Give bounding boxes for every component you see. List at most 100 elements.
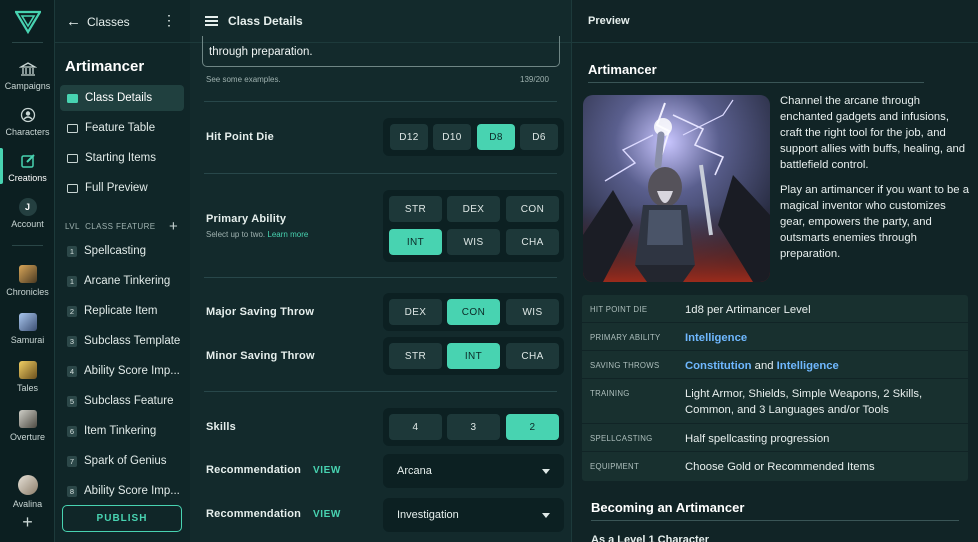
- add-icon[interactable]: +: [0, 512, 55, 533]
- chronicle-thumbnail: [18, 361, 37, 379]
- option-dex[interactable]: DEX: [389, 299, 442, 325]
- divider: [204, 277, 557, 278]
- option-d8[interactable]: D8: [477, 124, 515, 150]
- recommendation-label: Recommendation: [206, 464, 302, 476]
- rail-chronicle-chronicles[interactable]: Chronicles: [0, 265, 55, 297]
- option-str[interactable]: STR: [389, 196, 442, 222]
- table-value: Choose Gold or Recommended Items: [685, 461, 875, 473]
- feature-item[interactable]: 7 Spark of Genius: [67, 452, 187, 470]
- back-arrow-icon[interactable]: ←: [66, 13, 81, 30]
- rail-chronicle-avalina[interactable]: Avalina: [0, 475, 55, 509]
- option-3[interactable]: 3: [447, 414, 500, 440]
- level-badge: 8: [67, 485, 77, 497]
- person-icon: [20, 107, 35, 123]
- ability-link[interactable]: Intelligence: [777, 360, 839, 372]
- option-wis[interactable]: WIS: [506, 299, 559, 325]
- rail-chronicle-samurai[interactable]: Samurai: [0, 313, 55, 345]
- option-con[interactable]: CON: [506, 196, 559, 222]
- view-link[interactable]: VIEW: [313, 465, 341, 476]
- rail-creations-label: Creations: [8, 173, 47, 183]
- select-value: Investigation: [397, 509, 459, 521]
- table-value: Half spellcasting progression: [685, 433, 830, 445]
- recommendation-select[interactable]: Investigation: [383, 498, 564, 532]
- select-value: Arcana: [397, 465, 432, 477]
- feature-item[interactable]: 2 Replicate Item: [67, 302, 187, 320]
- description-textarea[interactable]: through preparation.: [202, 36, 560, 67]
- option-int[interactable]: INT: [447, 343, 500, 369]
- rail-chronicle-overture[interactable]: Overture: [0, 410, 55, 442]
- examples-hint[interactable]: See some examples.: [206, 75, 281, 84]
- option-dex[interactable]: DEX: [447, 196, 500, 222]
- dropdown-caret-icon: [542, 469, 550, 474]
- view-link[interactable]: VIEW: [313, 509, 341, 520]
- option-con[interactable]: CON: [447, 299, 500, 325]
- nav-class-details[interactable]: Class Details: [60, 85, 184, 111]
- feature-item[interactable]: 1 Arcane Tinkering: [67, 272, 187, 290]
- publish-button[interactable]: PUBLISH: [62, 505, 182, 532]
- feature-item[interactable]: 8 Ability Score Imp...: [67, 482, 187, 500]
- feature-name: Ability Score Imp...: [84, 365, 180, 377]
- primary-ability-selector: STR DEX CON INT WIS CHA: [383, 190, 564, 262]
- skills-selector: 4 3 2: [383, 408, 564, 446]
- feature-column-label: CLASS FEATURE: [85, 222, 156, 231]
- feature-name: Subclass Feature: [84, 395, 174, 407]
- ability-link[interactable]: Constitution: [685, 360, 752, 372]
- option-2[interactable]: 2: [506, 414, 559, 440]
- feature-item[interactable]: 5 Subclass Feature: [67, 392, 187, 410]
- preview-description: Channel the arcane through enchanted gad…: [780, 95, 966, 171]
- divider: [591, 520, 959, 521]
- level-badge: 1: [67, 245, 77, 257]
- app-logo-icon[interactable]: [15, 10, 41, 34]
- nav-label: Feature Table: [85, 122, 156, 134]
- char-count: 139/200: [520, 75, 549, 84]
- hit-point-die-label: Hit Point Die: [206, 131, 274, 143]
- sidebar-header: ← Classes ⋮: [55, 0, 190, 43]
- table-icon: [67, 123, 78, 133]
- table-key: TRAINING: [590, 389, 630, 398]
- nav-feature-table[interactable]: Feature Table: [60, 115, 184, 141]
- nav-starting-items[interactable]: Starting Items: [60, 145, 184, 171]
- option-d12[interactable]: D12: [390, 124, 428, 150]
- option-4[interactable]: 4: [389, 414, 442, 440]
- primary-ability-sub: Select up to two.: [206, 230, 266, 239]
- table-row: EQUIPMENT Choose Gold or Recommended Ite…: [582, 452, 968, 481]
- rail-campaigns[interactable]: Campaigns: [0, 60, 55, 91]
- table-key: HIT POINT DIE: [590, 305, 648, 314]
- feature-item[interactable]: 3 Subclass Template: [67, 332, 187, 350]
- feature-list-header: LVL CLASS FEATURE: [65, 222, 156, 231]
- primary-ability-label: Primary Ability: [206, 213, 287, 225]
- option-int[interactable]: INT: [389, 229, 442, 255]
- recommendation-select[interactable]: Arcana: [383, 454, 564, 488]
- page-title: Class Details: [228, 14, 303, 28]
- class-summary-table: HIT POINT DIE 1d8 per Artimancer Level P…: [582, 295, 968, 481]
- subsection-heading: As a Level 1 Character: [591, 534, 710, 542]
- nav-label: Full Preview: [85, 182, 148, 194]
- rail-characters[interactable]: Characters: [0, 106, 55, 137]
- option-d10[interactable]: D10: [433, 124, 471, 150]
- chronicle-thumbnail: [18, 410, 37, 428]
- add-feature-icon[interactable]: +: [169, 218, 178, 235]
- option-str[interactable]: STR: [389, 343, 442, 369]
- dropdown-caret-icon: [542, 513, 550, 518]
- learn-more-link[interactable]: Learn more: [267, 230, 308, 239]
- back-label[interactable]: Classes: [87, 15, 130, 29]
- nav-full-preview[interactable]: Full Preview: [60, 175, 184, 201]
- more-menu-icon[interactable]: ⋮: [162, 12, 176, 29]
- menu-icon[interactable]: [205, 16, 218, 26]
- feature-name: Arcane Tinkering: [84, 275, 171, 287]
- level-badge: 6: [67, 425, 77, 437]
- option-wis[interactable]: WIS: [447, 229, 500, 255]
- preview-panel: Preview Artimancer Channel the arcane th…: [571, 0, 978, 542]
- option-cha[interactable]: CHA: [506, 229, 559, 255]
- feature-item[interactable]: 6 Item Tinkering: [67, 422, 187, 440]
- rail-account[interactable]: J Account: [0, 198, 55, 229]
- document-icon: [67, 183, 78, 193]
- ability-link[interactable]: Intelligence: [685, 332, 747, 344]
- option-cha[interactable]: CHA: [506, 343, 559, 369]
- rail-creations[interactable]: Creations: [0, 148, 55, 184]
- rail-chronicle-tales[interactable]: Tales: [0, 361, 55, 393]
- option-d6[interactable]: D6: [520, 124, 558, 150]
- feature-item[interactable]: 4 Ability Score Imp...: [67, 362, 187, 380]
- chronicle-thumbnail: [18, 265, 37, 283]
- feature-item[interactable]: 1 Spellcasting: [67, 242, 187, 260]
